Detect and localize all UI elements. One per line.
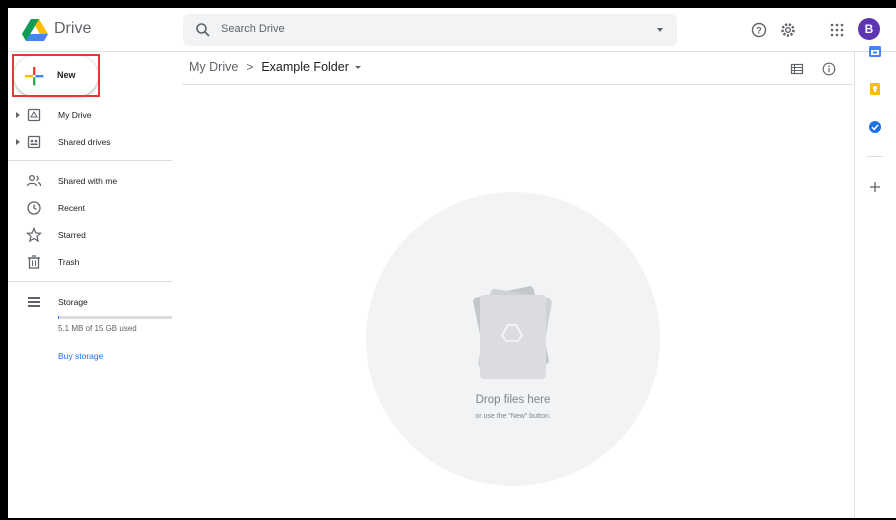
- account-avatar[interactable]: B: [858, 18, 880, 40]
- buy-storage-link[interactable]: Buy storage: [58, 351, 103, 361]
- apps-grid-icon[interactable]: [828, 21, 846, 39]
- sidebar-item-label: Recent: [58, 203, 85, 213]
- sidebar-item-label: Shared drives: [58, 137, 111, 147]
- sidebar-item-label: Shared with me: [58, 176, 118, 186]
- help-icon[interactable]: ?: [750, 21, 768, 39]
- settings-icon[interactable]: [779, 21, 797, 39]
- sidebar-item-label: Trash: [58, 257, 80, 267]
- add-icon[interactable]: [868, 180, 882, 194]
- sidebar-item-shared-with-me[interactable]: Shared with me: [8, 169, 172, 193]
- breadcrumb: My Drive > Example Folder: [189, 60, 361, 74]
- side-panel: [854, 46, 896, 518]
- search-options-icon[interactable]: [657, 28, 663, 32]
- drop-zone-title: Drop files here: [475, 394, 551, 406]
- sidebar-item-label: My Drive: [58, 110, 92, 120]
- sidebar-divider: [8, 160, 172, 161]
- sidebar-item-recent[interactable]: Recent: [8, 196, 172, 220]
- calendar-icon[interactable]: [868, 44, 882, 58]
- breadcrumb-root[interactable]: My Drive: [189, 60, 238, 74]
- toolbar-divider: [182, 84, 853, 85]
- top-bar: Drive Search Drive ? B: [8, 8, 896, 52]
- drive-logo-icon[interactable]: [22, 19, 48, 41]
- people-icon: [26, 174, 42, 187]
- expand-arrow-icon[interactable]: [16, 139, 20, 145]
- storage-icon: [28, 297, 40, 307]
- svg-text:?: ?: [756, 25, 762, 35]
- tasks-icon[interactable]: [868, 120, 882, 134]
- sidebar-item-my-drive[interactable]: My Drive: [8, 103, 172, 127]
- expand-arrow-icon[interactable]: [16, 112, 20, 118]
- folder-menu-icon[interactable]: [354, 66, 361, 70]
- trash-icon: [28, 255, 40, 269]
- search-bar[interactable]: Search Drive: [183, 14, 677, 46]
- search-icon[interactable]: [195, 22, 211, 38]
- list-view-icon[interactable]: [790, 62, 804, 76]
- breadcrumb-separator: >: [246, 60, 254, 74]
- storage-bar-fill: [58, 316, 59, 319]
- app-title[interactable]: Drive: [54, 20, 91, 38]
- storage-usage-text: 5.1 MB of 15 GB used: [58, 324, 137, 333]
- sidebar-item-trash[interactable]: Trash: [8, 250, 172, 274]
- sidebar-item-storage[interactable]: Storage: [8, 290, 172, 314]
- keep-icon[interactable]: [868, 82, 882, 96]
- info-icon[interactable]: [822, 62, 836, 76]
- shared-drives-icon: [27, 135, 41, 149]
- sidebar-item-label: Starred: [58, 230, 86, 240]
- side-panel-divider: [867, 156, 883, 157]
- star-icon: [26, 227, 42, 243]
- sidebar-divider: [8, 281, 172, 282]
- drop-files-illustration-icon: [473, 286, 552, 379]
- my-drive-icon: [27, 108, 41, 122]
- new-button-highlight: [12, 54, 100, 97]
- storage-bar: [58, 316, 172, 319]
- sidebar-item-starred[interactable]: Starred: [8, 223, 172, 247]
- breadcrumb-current-folder[interactable]: Example Folder: [261, 60, 349, 74]
- sidebar-item-shared-drives[interactable]: Shared drives: [8, 130, 172, 154]
- search-input[interactable]: Search Drive: [221, 23, 285, 35]
- clock-icon: [27, 201, 41, 215]
- drop-zone-subtitle: or use the "New" button.: [475, 413, 551, 420]
- sidebar-item-label: Storage: [58, 297, 88, 307]
